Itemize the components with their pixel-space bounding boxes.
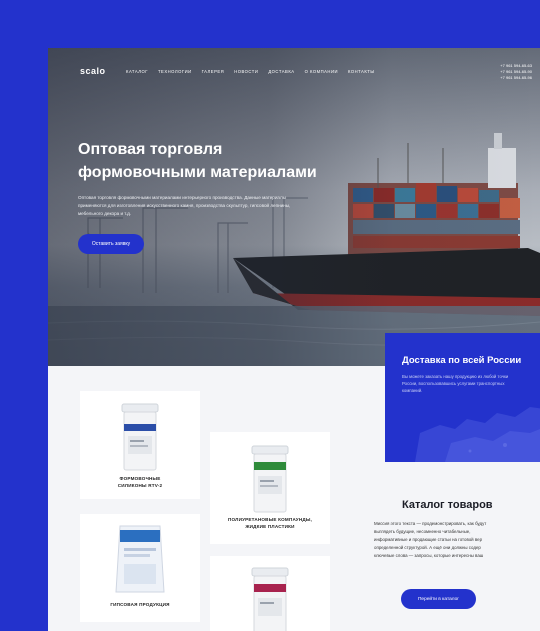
go-to-catalog-button[interactable]: Перейти в каталог xyxy=(401,589,476,609)
product-name: ГИПСОВАЯ ПРОДУКЦИЯ xyxy=(80,601,200,608)
nav-item-catalog[interactable]: КАТАЛОГ xyxy=(126,69,148,74)
delivery-block: Доставка по всей России Вы можете заказа… xyxy=(385,333,540,462)
catalog-text-line: определенной структурой. А ещё они должн… xyxy=(374,545,481,550)
request-button[interactable]: Оставить заявку xyxy=(78,234,144,254)
product-jar-image xyxy=(251,445,289,513)
catalog-title: Каталог товаров xyxy=(402,499,493,511)
nav-item-news[interactable]: НОВОСТИ xyxy=(234,69,258,74)
hero-title-line: формовочными материалами xyxy=(78,164,317,181)
nav-item-technologies[interactable]: ТЕХНОЛОГИИ xyxy=(158,69,192,74)
product-name-line: ГИПСОВАЯ ПРОДУКЦИЯ xyxy=(110,602,170,607)
nav-item-delivery[interactable]: ДОСТАВКА xyxy=(268,69,294,74)
nav-item-contacts[interactable]: КОНТАКТЫ xyxy=(348,69,375,74)
delivery-text: Вы можете заказать нашу продукцию из люб… xyxy=(402,374,509,393)
product-name: ПОЛИУРЕТАНОВЫЕ КОМПАУНДЫ, ЖИДКИЕ ПЛАСТИК… xyxy=(210,516,330,530)
product-name-line: ФОРМОВОЧНЫЕ xyxy=(119,476,161,481)
product-card[interactable]: ГИПСОВАЯ ПРОДУКЦИЯ xyxy=(80,514,200,622)
hero-section: scalo КАТАЛОГ ТЕХНОЛОГИИ ГАЛЕРЕЯ НОВОСТИ… xyxy=(48,48,540,366)
main-nav: КАТАЛОГ ТЕХНОЛОГИИ ГАЛЕРЕЯ НОВОСТИ ДОСТА… xyxy=(126,69,375,74)
product-name: ФОРМОВОЧНЫЕ СИЛИКОНЫ RTV-2 xyxy=(80,475,200,489)
product-name-line: ПОЛИУРЕТАНОВЫЕ КОМПАУНДЫ, xyxy=(227,517,313,522)
hero-description: Оптовая торговля формовочными материалам… xyxy=(78,195,291,216)
product-jar-image xyxy=(251,567,289,631)
russia-map-graphic xyxy=(415,407,540,462)
page: scalo КАТАЛОГ ТЕХНОЛОГИИ ГАЛЕРЕЯ НОВОСТИ… xyxy=(48,48,540,631)
phone-number[interactable]: +7 961 594-65-96 xyxy=(500,75,532,81)
logo[interactable]: scalo xyxy=(80,66,106,76)
hero-title-line: Оптовая торговля xyxy=(78,141,223,158)
product-card[interactable]: ПОЛИУРЕТАНОВЫЕ КОМПАУНДЫ, ЖИДКИЕ ПЛАСТИК… xyxy=(210,432,330,544)
catalog-description: Миссия этого текста — продемонстрировать… xyxy=(374,520,540,560)
nav-item-gallery[interactable]: ГАЛЕРЕЯ xyxy=(202,69,225,74)
product-name-line: СИЛИКОНЫ RTV-2 xyxy=(117,483,163,488)
hero-title: Оптовая торговля формовочными материалам… xyxy=(78,138,378,184)
nav-item-about[interactable]: О КОМПАНИИ xyxy=(305,69,338,74)
product-card[interactable]: ФОРМОВОЧНЫЕ СИЛИКОНЫ RTV-2 xyxy=(80,391,200,499)
product-name-line: ЖИДКИЕ ПЛАСТИКИ xyxy=(245,524,295,529)
delivery-title: Доставка по всей России xyxy=(402,355,522,366)
catalog-text-line: Миссия этого текста — продемонстрировать… xyxy=(374,521,487,526)
catalog-text-line: информативные и продающие статьи на гото… xyxy=(374,537,483,542)
product-bag-image xyxy=(115,525,165,593)
phone-list: +7 961 594-65-63 +7 961 594-65-90 +7 961… xyxy=(500,63,532,81)
product-jar-image xyxy=(121,403,159,471)
catalog-text-line: ключевые слова — запросы, которые интере… xyxy=(374,553,484,558)
product-card[interactable] xyxy=(210,556,330,631)
catalog-text-line: выглядеть будущие, несомненно читабельны… xyxy=(374,529,471,534)
